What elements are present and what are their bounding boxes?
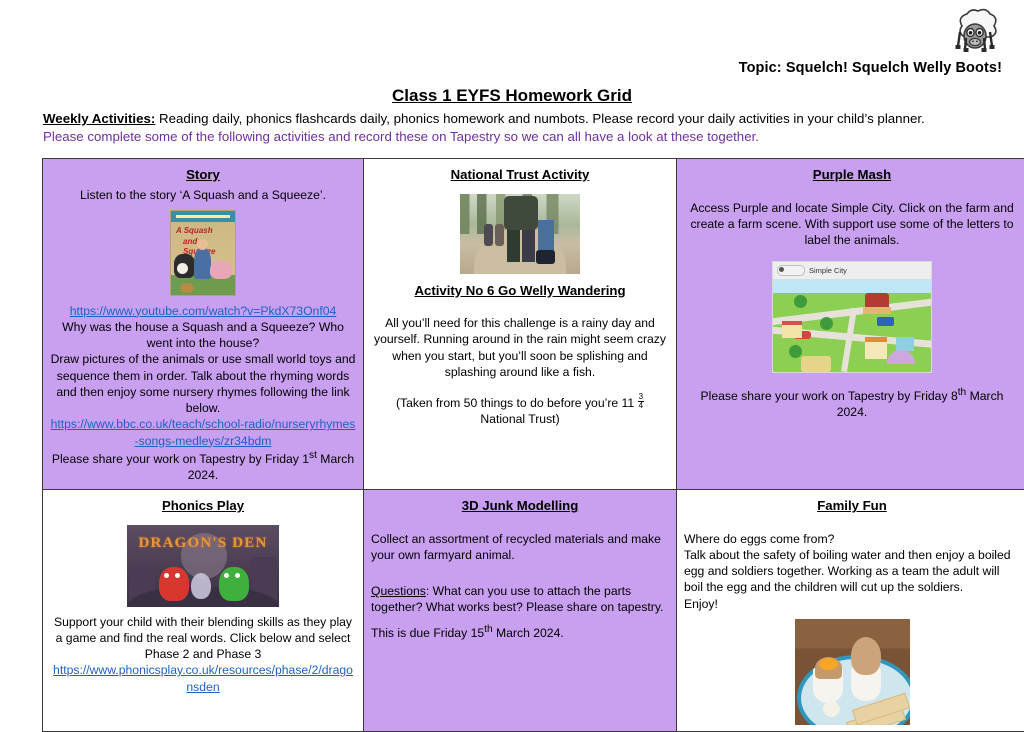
topic-line: Topic: Squelch! Squelch Welly Boots! — [739, 60, 1002, 76]
book-title-line1: A Squash — [176, 226, 213, 237]
family-fun-enjoy: Enjoy! — [684, 596, 1020, 612]
story-title: Story — [50, 166, 356, 184]
family-fun-question: Where do eggs come from? — [684, 531, 1020, 547]
dragons-den-title: DRAGON'S DEN — [127, 534, 279, 554]
weekly-activities-text: Reading daily, phonics flashcards daily,… — [155, 111, 924, 126]
grid-cell-family-fun: Family Fun Where do eggs come from? Talk… — [677, 490, 1024, 732]
homework-grid-page: Topic: Squelch! Squelch Welly Boots! Cla… — [0, 0, 1024, 724]
grid-cell-purple-mash: Purple Mash Access Purple and locate Sim… — [677, 159, 1024, 490]
homework-grid-table: Story Listen to the story ‘A Squash and … — [42, 158, 1024, 732]
junk-modelling-title: 3D Junk Modelling — [371, 497, 669, 515]
story-youtube-link[interactable]: https://www.youtube.com/watch?v=PkdX73On… — [70, 304, 337, 318]
phonics-play-title: Phonics Play — [50, 497, 356, 515]
story-question: Why was the house a Squash and a Squeeze… — [50, 319, 356, 351]
story-deadline: Please share your work on Tapestry by Fr… — [50, 449, 356, 484]
dragons-den-banner: DRAGON'S DEN — [50, 525, 356, 607]
sheep-icon — [948, 8, 1002, 62]
junk-modelling-deadline-post: March 2024. — [493, 626, 564, 640]
purple-mash-deadline-pre: Please share your work on Tapestry by Fr… — [701, 389, 958, 403]
fraction-denominator: 4 — [638, 402, 644, 410]
weekly-activities-label: Weekly Activities: — [43, 111, 155, 126]
purple-mash-deadline-suffix: th — [958, 387, 966, 398]
national-trust-source: (Taken from 50 things to do before you’r… — [371, 393, 669, 427]
story-task: Draw pictures of the animals or use smal… — [50, 351, 356, 416]
national-trust-subtitle: Activity No 6 Go Welly Wandering — [371, 282, 669, 300]
welly-wandering-photo — [371, 194, 669, 274]
junk-modelling-deadline-pre: This is due Friday 15 — [371, 626, 484, 640]
story-bbc-link[interactable]: https://www.bbc.co.uk/teach/school-radio… — [51, 417, 356, 447]
page-title: Class 1 EYFS Homework Grid — [0, 86, 1024, 106]
story-deadline-pre: Please share your work on Tapestry by Fr… — [52, 452, 309, 466]
grid-cell-junk-modelling: 3D Junk Modelling Collect an assortment … — [364, 490, 677, 732]
grid-cell-phonics-play: Phonics Play DRAGON'S DEN Suppo — [43, 490, 364, 732]
story-intro: Listen to the story ‘A Squash and a Sque… — [50, 187, 356, 203]
simple-city-screenshot: Simple City — [684, 261, 1020, 373]
national-trust-body: All you’ll need for this challenge is a … — [371, 315, 669, 380]
junk-modelling-questions-label: Questions — [371, 584, 426, 598]
weekly-activities-line: Weekly Activities: Reading daily, phonic… — [43, 110, 993, 129]
family-fun-title: Family Fun — [684, 497, 1020, 515]
phonics-play-link[interactable]: https://www.phonicsplay.co.uk/resources/… — [53, 663, 353, 693]
family-fun-body: Talk about the safety of boiling water a… — [684, 547, 1020, 596]
junk-modelling-deadline-suffix: th — [484, 624, 492, 635]
grid-row-1: Story Listen to the story ‘A Squash and … — [43, 159, 1024, 490]
junk-modelling-body: Collect an assortment of recycled materi… — [371, 531, 669, 563]
simple-city-caption: Simple City — [809, 266, 847, 276]
purple-mash-body: Access Purple and locate Simple City. Cl… — [684, 200, 1020, 249]
junk-modelling-deadline: This is due Friday 15th March 2024. — [371, 623, 669, 641]
national-trust-source-pre: (Taken from 50 things to do before you’r… — [396, 396, 638, 410]
phonics-play-body: Support your child with their blending s… — [50, 614, 356, 663]
story-deadline-suffix: st — [309, 450, 317, 461]
tapestry-note: Please complete some of the following ac… — [43, 128, 993, 147]
junk-modelling-questions: Questions: What can you use to attach th… — [371, 583, 669, 615]
purple-mash-deadline: Please share your work on Tapestry by Fr… — [684, 386, 1020, 421]
book-cover-image: A Squash and a Squeeze — [50, 210, 356, 296]
grid-cell-national-trust: National Trust Activity — [364, 159, 677, 490]
purple-mash-title: Purple Mash — [684, 166, 1020, 184]
purple-mash-logo-icon — [777, 265, 805, 276]
boiled-egg-and-soldiers-photo — [684, 619, 1020, 725]
national-trust-source-post: National Trust) — [480, 412, 559, 426]
grid-cell-story: Story Listen to the story ‘A Squash and … — [43, 159, 364, 490]
national-trust-title: National Trust Activity — [371, 166, 669, 184]
grid-row-2: Phonics Play DRAGON'S DEN Suppo — [43, 490, 1024, 732]
